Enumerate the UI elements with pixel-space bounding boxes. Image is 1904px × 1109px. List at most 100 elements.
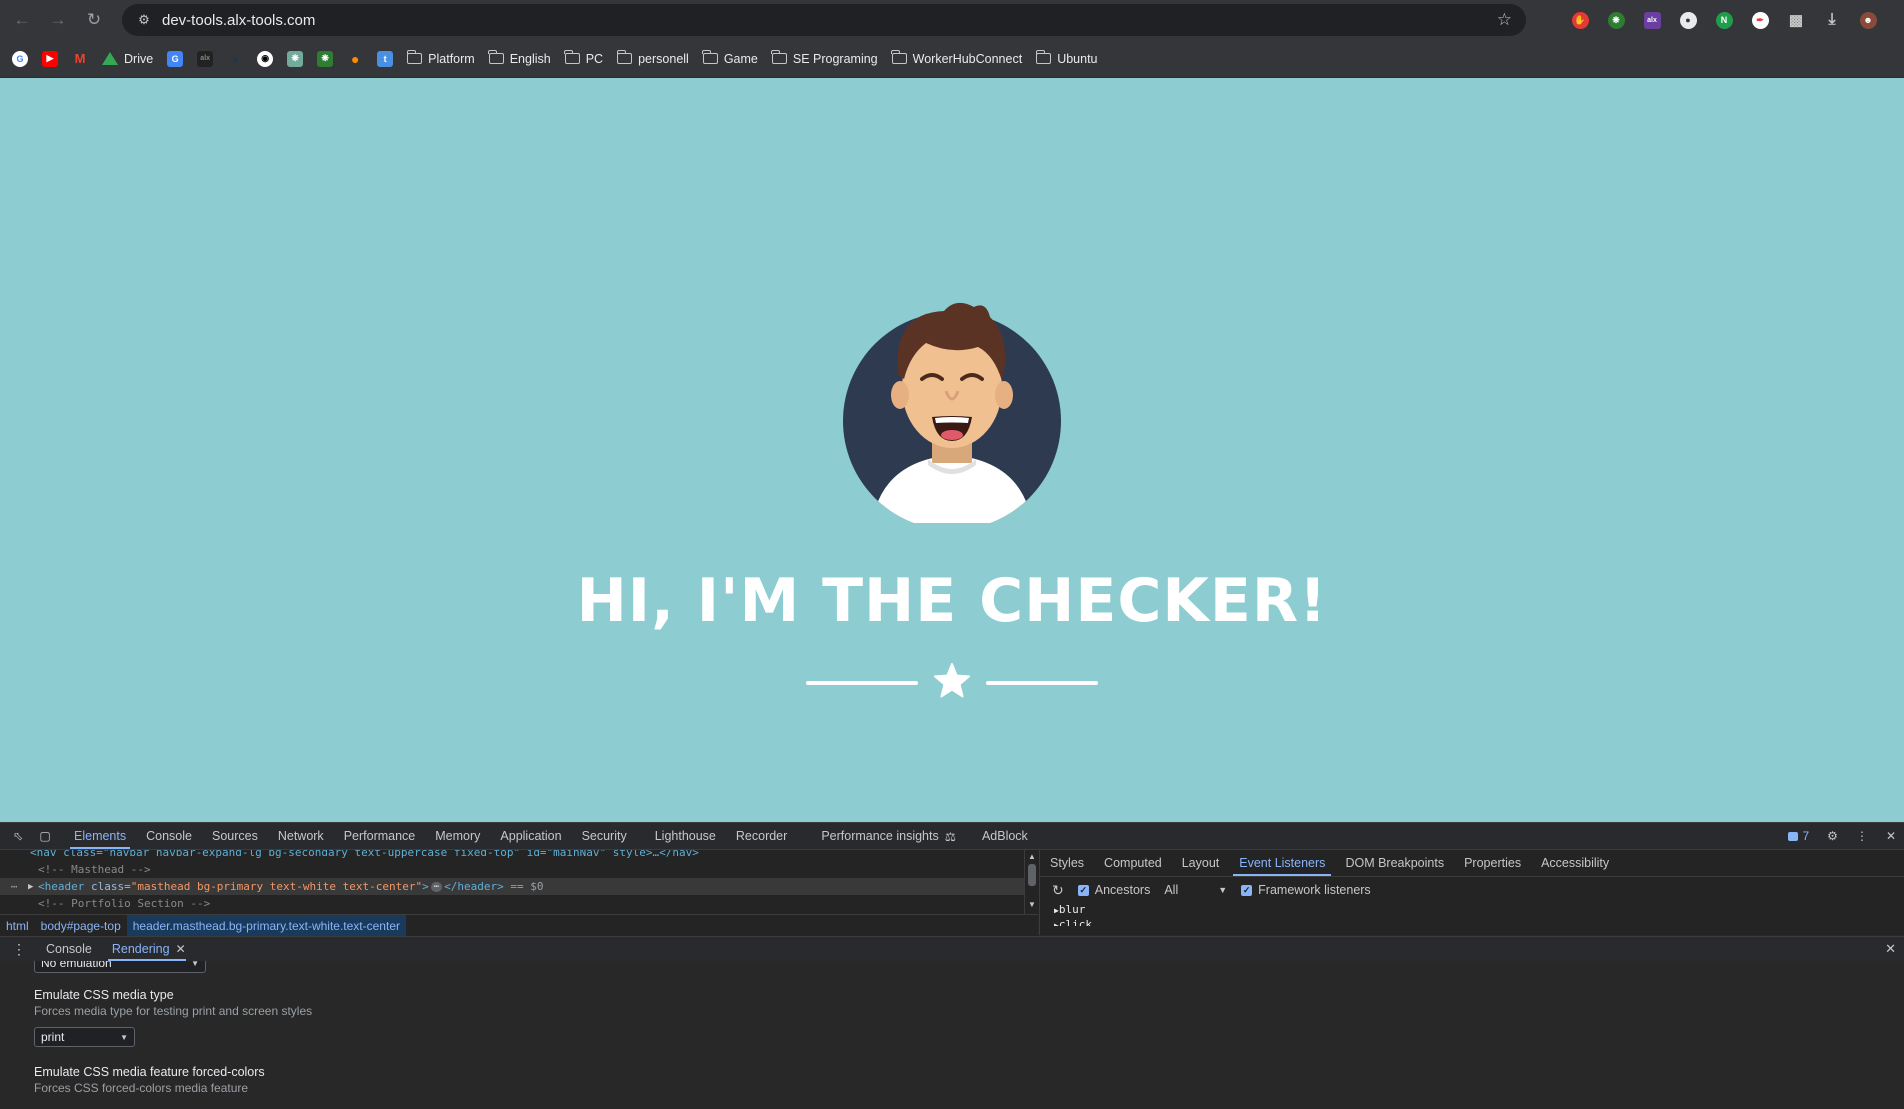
filter-value: All	[1164, 883, 1179, 897]
t-icon[interactable]: t	[377, 50, 394, 67]
tab-console[interactable]: Console	[146, 823, 192, 849]
scrollbar-thumb[interactable]	[1028, 864, 1036, 886]
tab-security[interactable]: Security	[582, 823, 627, 849]
dom-comment-masthead[interactable]: <!-- Masthead -->	[0, 861, 1024, 878]
compass-icon[interactable]: ●	[1670, 6, 1706, 34]
tab-network[interactable]: Network	[278, 823, 324, 849]
dom-comment-portfolio[interactable]: <!-- Portfolio Section -->	[0, 895, 1024, 912]
openai-icon[interactable]: ❋	[287, 50, 304, 67]
breadcrumb-body[interactable]: body#page-top	[35, 915, 127, 936]
close-drawer-icon[interactable]: ✕	[1885, 941, 1896, 957]
css-media-type-select[interactable]: print ▼	[34, 1027, 135, 1047]
ancestors-checkbox[interactable]: ✓	[1077, 884, 1089, 896]
bookmark-folder-platform[interactable]: Platform	[406, 50, 475, 66]
tab-properties[interactable]: Properties	[1464, 850, 1521, 876]
bookmark-folder-pc[interactable]: PC	[564, 50, 603, 66]
framework-listeners-checkbox[interactable]: ✓	[1241, 884, 1253, 896]
profile-avatar[interactable]: ☻	[1850, 6, 1886, 34]
star-icon	[934, 663, 970, 698]
chatgpt-bookmark-icon[interactable]: ❋	[317, 50, 334, 67]
tab-accessibility[interactable]: Accessibility	[1541, 850, 1609, 876]
tab-performance-insights[interactable]: Performance insights	[821, 823, 938, 849]
tab-layout[interactable]: Layout	[1182, 850, 1220, 876]
page-viewport: HI, I'M THE CHECKER!	[0, 78, 1904, 822]
refresh-icon[interactable]: ↻	[1052, 882, 1064, 899]
tab-dom-breakpoints[interactable]: DOM Breakpoints	[1345, 850, 1444, 876]
emulation-select[interactable]: No emulation ▼	[34, 961, 206, 973]
adblock-icon[interactable]: ✋	[1562, 6, 1598, 34]
inspect-element-icon[interactable]: ⬁	[9, 829, 27, 843]
tab-sources[interactable]: Sources	[212, 823, 258, 849]
node-actions-icon[interactable]: ⋯	[0, 880, 28, 893]
divider-line-right	[986, 681, 1098, 685]
tab-application[interactable]: Application	[500, 823, 561, 849]
url-text[interactable]: dev-tools.alx-tools.com	[162, 12, 315, 29]
issues-icon	[1788, 831, 1799, 841]
drawer-menu-icon[interactable]: ⋮	[12, 941, 26, 958]
bookmark-folder-english[interactable]: English	[488, 50, 551, 66]
close-tab-icon[interactable]: ✕	[176, 942, 186, 956]
gmail-icon[interactable]: M	[72, 51, 88, 67]
download-icon[interactable]: ⤓	[1814, 6, 1850, 34]
bookmark-drive[interactable]: Drive	[102, 52, 153, 66]
alx-icon[interactable]: alx	[1634, 6, 1670, 34]
code-text: <!-- Portfolio Section -->	[38, 897, 211, 910]
select-value: print	[41, 1030, 65, 1044]
dom-node-nav[interactable]: <nav class="navbar navbar-expand-lg bg-s…	[0, 850, 1024, 861]
device-toolbar-icon[interactable]: ▢	[36, 829, 54, 843]
tab-elements[interactable]: Elements	[69, 823, 131, 849]
tab-memory[interactable]: Memory	[435, 823, 480, 849]
alx-bookmark-icon[interactable]: alx	[197, 50, 214, 67]
address-bar[interactable]: ⚙ dev-tools.alx-tools.com ☆	[122, 4, 1526, 36]
forced-colors-title: Emulate CSS media feature forced-colors	[34, 1065, 265, 1079]
pen-icon[interactable]: ✒	[1742, 6, 1778, 34]
drawer-tab-console[interactable]: Console	[46, 937, 92, 961]
drawer-tab-rendering[interactable]: Rendering	[107, 937, 186, 961]
breadcrumb-header[interactable]: header.masthead.bg-primary.text-white.te…	[126, 915, 406, 936]
tab-computed[interactable]: Computed	[1104, 850, 1162, 876]
listener-item[interactable]: ▶click	[1040, 918, 1904, 926]
forward-button[interactable]: →	[44, 6, 72, 34]
tab-recorder[interactable]: Recorder	[736, 823, 787, 849]
more-options-icon[interactable]: ⋮	[1856, 829, 1868, 843]
listener-item[interactable]: ▶blur	[1040, 903, 1904, 918]
tab-lighthouse[interactable]: Lighthouse	[655, 823, 716, 849]
dom-node-header-selected[interactable]: ⋯ ▶ <header class= "masthead bg-primary tex…	[0, 878, 1024, 895]
fox-icon[interactable]: ●	[347, 51, 363, 67]
bookmark-folder-game[interactable]: Game	[702, 50, 758, 66]
bookmark-folder-workerhubconnect[interactable]: WorkerHubConnect	[891, 50, 1022, 66]
listener-name: blur	[1058, 903, 1086, 916]
reload-button[interactable]: ↻	[80, 6, 108, 34]
bookmark-star-icon[interactable]: ☆	[1497, 10, 1512, 30]
css-media-type-title: Emulate CSS media type	[34, 988, 174, 1002]
puzzle-icon[interactable]: ▩	[1778, 6, 1814, 34]
site-info-icon[interactable]: ⚙	[136, 12, 152, 28]
youtube-icon[interactable]: ▶	[42, 50, 58, 67]
google-icon[interactable]: G	[12, 50, 28, 67]
scroll-down-icon[interactable]: ▼	[1028, 900, 1036, 909]
tab-performance[interactable]: Performance	[344, 823, 416, 849]
elements-scrollbar[interactable]: ▲ ▼	[1024, 850, 1039, 914]
github-icon[interactable]: ◉	[257, 50, 274, 67]
scroll-up-icon[interactable]: ▲	[1028, 852, 1036, 861]
bookmark-folder-ubuntu[interactable]: Ubuntu	[1035, 50, 1098, 66]
bookmark-folder-personell[interactable]: personell	[616, 50, 689, 66]
bookmark-folder-se-programing[interactable]: SE Programing	[771, 50, 878, 66]
collapsed-ellipsis[interactable]: ⋯	[430, 881, 443, 892]
chatgpt-icon[interactable]: ❋	[1598, 6, 1634, 34]
n-icon[interactable]: N	[1706, 6, 1742, 34]
tab-adblock[interactable]: AdBlock	[982, 823, 1028, 849]
drive-icon	[102, 52, 118, 65]
back-button[interactable]: ←	[8, 6, 36, 34]
issues-badge[interactable]: 7	[1788, 829, 1809, 843]
tab-event-listeners[interactable]: Event Listeners	[1233, 850, 1332, 876]
close-devtools-icon[interactable]: ✕	[1886, 829, 1896, 843]
bird-icon[interactable]: ▲	[227, 51, 243, 67]
breadcrumb-html[interactable]: html	[0, 915, 35, 936]
translate-icon[interactable]: G	[167, 50, 184, 67]
tab-styles[interactable]: Styles	[1050, 850, 1084, 876]
settings-gear-icon[interactable]: ⚙	[1827, 829, 1838, 843]
expand-arrow-icon[interactable]: ▶	[28, 882, 38, 892]
folder-icon	[702, 50, 718, 64]
listener-filter-select[interactable]: All ▼	[1164, 883, 1227, 897]
